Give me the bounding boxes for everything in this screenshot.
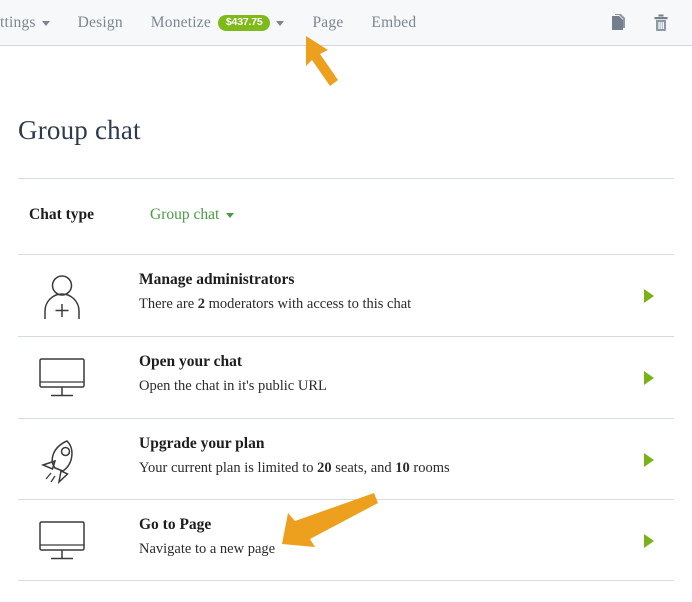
nav-item-settings[interactable]: ttings	[0, 0, 64, 46]
duplicate-icon	[610, 13, 628, 33]
nav-item-design[interactable]: Design	[64, 0, 137, 46]
monitor-icon	[33, 350, 91, 406]
row-open-your-chat[interactable]: Open your chat Open the chat in it's pub…	[0, 338, 692, 418]
chevron-right-icon[interactable]	[644, 371, 654, 385]
divider-top	[18, 178, 674, 179]
chevron-down-icon	[226, 213, 234, 218]
chat-type-label: Chat type	[29, 206, 94, 224]
duplicate-button[interactable]	[606, 10, 632, 36]
chevron-right-icon[interactable]	[644, 453, 654, 467]
row-desc-after: moderators with access to this chat	[205, 296, 411, 312]
row-desc-rooms: 10	[395, 460, 410, 476]
row-desc-count: 2	[198, 296, 205, 312]
nav-actions-group	[606, 0, 674, 46]
monitor-icon	[33, 513, 91, 569]
divider-row-3	[18, 499, 674, 500]
divider-row-2	[18, 418, 674, 419]
nav-item-embed[interactable]: Embed	[357, 0, 430, 46]
row-description: Navigate to a new page	[139, 540, 275, 560]
row-text-block: Manage administrators There are 2 modera…	[139, 270, 411, 314]
divider-row-1	[18, 336, 674, 337]
user-plus-icon	[33, 268, 91, 324]
row-description: There are 2 moderators with access to th…	[139, 295, 411, 315]
row-description: Your current plan is limited to 20 seats…	[139, 459, 450, 479]
chevron-right-icon[interactable]	[644, 289, 654, 303]
row-go-to-page[interactable]: Go to Page Navigate to a new page	[0, 501, 692, 581]
row-text-block: Upgrade your plan Your current plan is l…	[139, 434, 450, 478]
chat-type-value: Group chat	[150, 206, 219, 224]
chevron-down-icon	[42, 21, 50, 26]
row-manage-administrators[interactable]: Manage administrators There are 2 modera…	[0, 256, 692, 336]
nav-item-settings-label: ttings	[0, 14, 36, 32]
chat-type-row: Chat type Group chat	[0, 186, 692, 244]
nav-items-group: ttings Design Monetize $437.75 Page Embe…	[0, 0, 430, 46]
row-title: Upgrade your plan	[139, 434, 450, 455]
chevron-down-icon	[276, 21, 284, 26]
top-navigation-bar: ttings Design Monetize $437.75 Page Embe…	[0, 0, 692, 46]
monetize-balance-badge: $437.75	[218, 15, 271, 31]
row-desc-after: rooms	[410, 460, 450, 476]
nav-item-design-label: Design	[78, 14, 123, 32]
divider-bottom	[18, 580, 674, 581]
row-upgrade-your-plan[interactable]: Upgrade your plan Your current plan is l…	[0, 420, 692, 500]
divider-after-chat-type	[18, 254, 674, 255]
rocket-icon	[33, 432, 91, 488]
row-text-block: Open your chat Open the chat in it's pub…	[139, 352, 327, 396]
row-title: Manage administrators	[139, 270, 411, 291]
chat-type-dropdown[interactable]: Group chat	[150, 206, 234, 224]
nav-item-page-label: Page	[312, 14, 343, 32]
chevron-right-icon[interactable]	[644, 534, 654, 548]
row-desc-before: There are	[139, 296, 198, 312]
row-description: Open the chat in it's public URL	[139, 377, 327, 397]
trash-icon	[652, 13, 670, 33]
page-title: Group chat	[18, 115, 141, 146]
row-desc-seats: 20	[317, 460, 332, 476]
row-title: Go to Page	[139, 515, 275, 536]
row-text-block: Go to Page Navigate to a new page	[139, 515, 275, 559]
nav-item-page[interactable]: Page	[298, 0, 357, 46]
nav-item-embed-label: Embed	[371, 14, 416, 32]
row-title: Open your chat	[139, 352, 327, 373]
nav-item-monetize[interactable]: Monetize $437.75	[137, 0, 299, 46]
row-desc-before: Your current plan is limited to	[139, 460, 317, 476]
nav-item-monetize-label: Monetize	[151, 14, 211, 32]
delete-button[interactable]	[648, 10, 674, 36]
row-desc-mid: seats, and	[332, 460, 396, 476]
